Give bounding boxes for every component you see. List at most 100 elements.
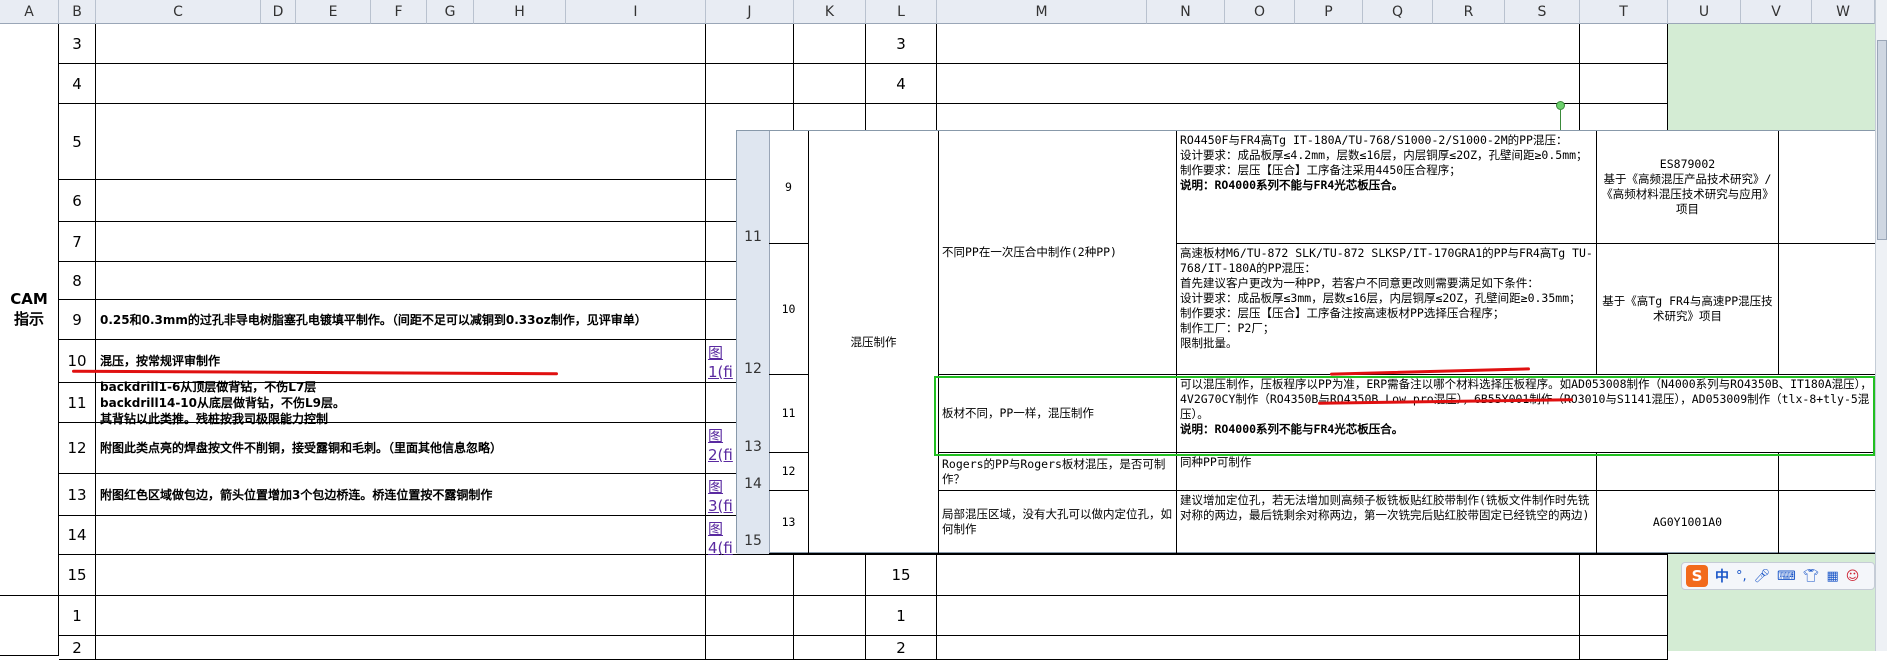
right-content-cell[interactable] [937, 636, 1580, 660]
right-row-number[interactable]: 15 [866, 555, 937, 596]
row-number[interactable]: 1 [59, 596, 96, 636]
column-header-h[interactable]: H [474, 0, 566, 24]
instruction-cell[interactable]: 0.25和0.3mm的过孔非导电树脂塞孔电镀填平制作。（间距不足可以减铜到0.3… [96, 300, 706, 340]
right-t-cell[interactable] [1580, 24, 1668, 64]
user-icon[interactable]: ☺ [1846, 569, 1860, 584]
column-header-q[interactable]: Q [1363, 0, 1433, 24]
row-number[interactable]: 9 [59, 300, 96, 340]
row-number[interactable]: 12 [59, 423, 96, 474]
extra-cell[interactable] [1779, 491, 1877, 554]
reference-cell[interactable]: 基于《高Tg FR4与高速PP混压技术研究》项目 [1597, 244, 1779, 375]
row-number[interactable]: 15 [59, 555, 96, 596]
column-header-m[interactable]: M [937, 0, 1147, 24]
method-cell[interactable]: 同种PP可制作 [1177, 453, 1597, 491]
attachment-link[interactable] [706, 555, 794, 596]
right-row-number[interactable]: 3 [866, 24, 937, 64]
row-number[interactable]: 4 [59, 64, 96, 104]
row-number[interactable]: 3 [59, 24, 96, 64]
right-t-cell[interactable] [1580, 596, 1668, 636]
scrollbar-thumb[interactable] [1877, 40, 1887, 240]
row-number[interactable]: 10 [59, 340, 96, 383]
right-content-cell[interactable] [937, 596, 1580, 636]
attachment-link[interactable] [706, 636, 794, 660]
column-header-j[interactable]: J [706, 0, 794, 24]
column-header-v[interactable]: V [1741, 0, 1812, 24]
instruction-cell[interactable] [96, 24, 706, 64]
column-header-f[interactable]: F [371, 0, 427, 24]
extra-cell[interactable] [1779, 244, 1877, 375]
ime-toolbar[interactable]: S 中 °, 🎤︎ ⌨ 👕︎ ▦ ☺ [1681, 562, 1875, 590]
column-header-c[interactable]: C [96, 0, 261, 24]
issue-cell[interactable]: Rogers的PP与Rogers板材混压，是否可制作？ [939, 453, 1177, 491]
reference-cell[interactable]: ES879002 基于《高频混压产品技术研究》/《高频材料混压技术研究与应用》项… [1597, 131, 1779, 244]
attachment-link[interactable] [706, 24, 794, 64]
row-number[interactable]: 8 [59, 262, 96, 300]
attachment-link[interactable] [706, 64, 794, 104]
instruction-cell[interactable] [96, 555, 706, 596]
vertical-scrollbar[interactable] [1875, 0, 1887, 651]
column-header-e[interactable]: E [296, 0, 371, 24]
sidebar-cell-lower[interactable] [0, 596, 59, 656]
group-label-cell[interactable]: 混压制作 [809, 131, 939, 554]
embedded-table-object[interactable]: 11 12 13 14 15 混压制作 9 不同PP在一次压合中制作(2种PP) RO… [736, 130, 1877, 554]
microphone-icon[interactable]: 🎤︎ [1754, 569, 1771, 584]
instruction-cell[interactable] [96, 596, 706, 636]
instruction-cell[interactable] [96, 222, 706, 262]
reference-cell[interactable]: AG0Y1001A0 [1597, 491, 1779, 554]
instruction-cell[interactable] [96, 64, 706, 104]
column-header-g[interactable]: G [427, 0, 474, 24]
spacer-cell[interactable] [794, 24, 866, 64]
right-t-cell[interactable] [1580, 64, 1668, 104]
column-header-p[interactable]: P [1295, 0, 1363, 24]
item-number-cell[interactable]: 12 [769, 453, 809, 491]
right-row-number[interactable]: 2 [866, 636, 937, 660]
right-t-cell[interactable] [1580, 555, 1668, 596]
row-number[interactable]: 5 [59, 104, 96, 180]
row-number[interactable]: 11 [59, 383, 96, 423]
instruction-cell[interactable]: 混压，按常规评审制作 [96, 340, 706, 383]
sogou-logo-icon[interactable]: S [1686, 565, 1708, 587]
item-number-cell[interactable]: 9 [769, 131, 809, 244]
row-number[interactable]: 2 [59, 636, 96, 660]
method-cell[interactable]: 建议增加定位孔，若无法增加则高频子板铣板贴红胶带制作(铣板文件制作时先铣对称的两… [1177, 491, 1597, 554]
toolbox-icon[interactable]: ▦ [1826, 569, 1838, 584]
cam-instruction-label[interactable]: CAM 指示 [0, 24, 59, 596]
column-header-s[interactable]: S [1505, 0, 1580, 24]
instruction-cell[interactable]: backdrill1-6从顶层做背钻，不伤L7层 backdrill14-10从… [96, 380, 706, 426]
column-header-w[interactable]: W [1812, 0, 1875, 24]
column-header-i[interactable]: I [566, 0, 706, 24]
item-number-cell[interactable]: 10 [769, 244, 809, 375]
column-header-d[interactable]: D [261, 0, 296, 24]
column-header-a[interactable]: A [0, 0, 59, 24]
reference-cell[interactable] [1597, 453, 1779, 491]
right-row-number[interactable]: 4 [866, 64, 937, 104]
row-number[interactable]: 13 [59, 474, 96, 516]
instruction-cell[interactable] [96, 516, 706, 555]
spacer-cell[interactable] [794, 555, 866, 596]
item-number-cell[interactable]: 11 [769, 375, 809, 453]
issue-cell[interactable]: 不同PP在一次压合中制作(2种PP) [939, 131, 1177, 375]
method-cell[interactable]: RO4450F与FR4高Tg IT-180A/TU-768/S1000-2/S1… [1177, 131, 1597, 244]
row-number[interactable]: 7 [59, 222, 96, 262]
right-content-cell[interactable] [937, 555, 1580, 596]
column-header-o[interactable]: O [1225, 0, 1295, 24]
instruction-cell[interactable]: 附图红色区域做包边，箭头位置增加3个包边桥连。桥连位置按不露铜制作 [96, 474, 706, 516]
instruction-cell[interactable] [96, 262, 706, 300]
spacer-cell[interactable] [794, 596, 866, 636]
column-header-t[interactable]: T [1580, 0, 1668, 24]
column-header-u[interactable]: U [1668, 0, 1741, 24]
column-header-b[interactable]: B [59, 0, 96, 24]
method-cell[interactable]: 高速板材M6/TU-872 SLK/TU-872 SLKSP/IT-170GRA… [1177, 244, 1597, 375]
attachment-link[interactable] [706, 596, 794, 636]
extra-cell[interactable] [1779, 131, 1877, 244]
punctuation-icon[interactable]: °, [1736, 569, 1747, 584]
right-content-cell[interactable] [937, 64, 1580, 104]
instruction-cell[interactable] [96, 636, 706, 660]
right-t-cell[interactable] [1580, 636, 1668, 660]
instruction-cell[interactable]: 附图此类点亮的焊盘按文件不削铜，接受露铜和毛刺。（里面其他信息忽略） [96, 423, 706, 474]
instruction-cell[interactable] [96, 180, 706, 222]
instruction-cell[interactable] [96, 104, 706, 180]
spacer-cell[interactable] [794, 64, 866, 104]
row-number[interactable]: 6 [59, 180, 96, 222]
extra-cell[interactable] [1779, 453, 1877, 491]
